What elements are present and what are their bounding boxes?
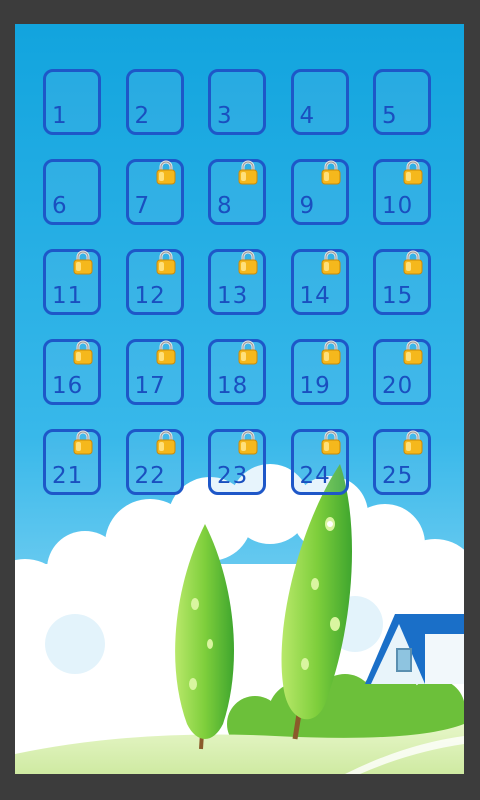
level-number: 20	[382, 373, 414, 399]
level-button-11[interactable]: 11	[43, 249, 101, 315]
padlock-icon	[237, 159, 259, 185]
level-button-18[interactable]: 18	[208, 339, 266, 405]
padlock-icon	[320, 339, 342, 365]
level-number: 25	[382, 463, 414, 489]
padlock-icon	[72, 249, 94, 275]
level-number: 19	[299, 373, 331, 399]
padlock-icon	[155, 249, 177, 275]
level-number: 21	[52, 463, 84, 489]
level-number: 6	[52, 193, 68, 219]
level-number: 24	[299, 463, 331, 489]
level-button-4[interactable]: 4	[290, 69, 349, 135]
padlock-icon	[155, 339, 177, 365]
level-number: 14	[299, 283, 331, 309]
level-button-2[interactable]: 2	[125, 69, 184, 135]
padlock-icon	[72, 429, 94, 455]
level-button-16[interactable]: 16	[43, 339, 101, 405]
level-number: 10	[382, 193, 414, 219]
level-number: 17	[134, 373, 166, 399]
level-button-12[interactable]: 12	[125, 249, 184, 315]
level-number: 7	[134, 193, 151, 219]
level-button-19[interactable]: 19	[290, 339, 349, 405]
padlock-icon	[237, 339, 259, 365]
level-number: 15	[382, 283, 414, 309]
padlock-icon	[155, 429, 177, 455]
padlock-icon	[402, 249, 424, 275]
level-button-17[interactable]: 17	[125, 339, 184, 405]
level-number: 5	[382, 103, 398, 129]
level-button-25[interactable]: 25	[373, 429, 431, 495]
padlock-icon	[155, 159, 177, 185]
padlock-icon	[237, 429, 259, 455]
level-number: 9	[299, 193, 316, 219]
level-number: 3	[217, 103, 233, 129]
padlock-icon	[72, 339, 94, 365]
level-number: 18	[217, 373, 249, 399]
level-number: 2	[134, 103, 151, 129]
padlock-icon	[402, 159, 424, 185]
level-number: 13	[217, 283, 249, 309]
level-number: 16	[52, 373, 84, 399]
padlock-icon	[320, 249, 342, 275]
level-number: 22	[134, 463, 166, 489]
padlock-icon	[320, 429, 342, 455]
level-button-6[interactable]: 6	[43, 159, 101, 225]
level-number: 4	[299, 103, 316, 129]
level-button-1[interactable]: 1	[43, 69, 101, 135]
level-button-22[interactable]: 22	[125, 429, 184, 495]
level-button-7[interactable]: 7	[125, 159, 184, 225]
level-button-3[interactable]: 3	[208, 69, 266, 135]
level-button-9[interactable]: 9	[290, 159, 349, 225]
level-button-20[interactable]: 20	[373, 339, 431, 405]
level-number: 23	[217, 463, 249, 489]
level-number: 8	[217, 193, 233, 219]
padlock-icon	[402, 429, 424, 455]
level-number: 11	[52, 283, 84, 309]
level-number: 1	[52, 103, 68, 129]
level-button-13[interactable]: 13	[208, 249, 266, 315]
level-button-23[interactable]: 23	[208, 429, 266, 495]
level-button-5[interactable]: 5	[373, 69, 431, 135]
padlock-icon	[320, 159, 342, 185]
padlock-icon	[237, 249, 259, 275]
level-button-24[interactable]: 24	[290, 429, 349, 495]
level-button-21[interactable]: 21	[43, 429, 101, 495]
level-button-14[interactable]: 14	[290, 249, 349, 315]
level-select-screen: 1 2 3 4 5 6 7 8 9 10 11 12 13 14 15 16 17 18 19 20 21 22 23 24 2…	[15, 24, 464, 774]
padlock-icon	[402, 339, 424, 365]
level-button-10[interactable]: 10	[373, 159, 431, 225]
level-button-15[interactable]: 15	[373, 249, 431, 315]
level-number: 12	[134, 283, 166, 309]
level-button-8[interactable]: 8	[208, 159, 266, 225]
